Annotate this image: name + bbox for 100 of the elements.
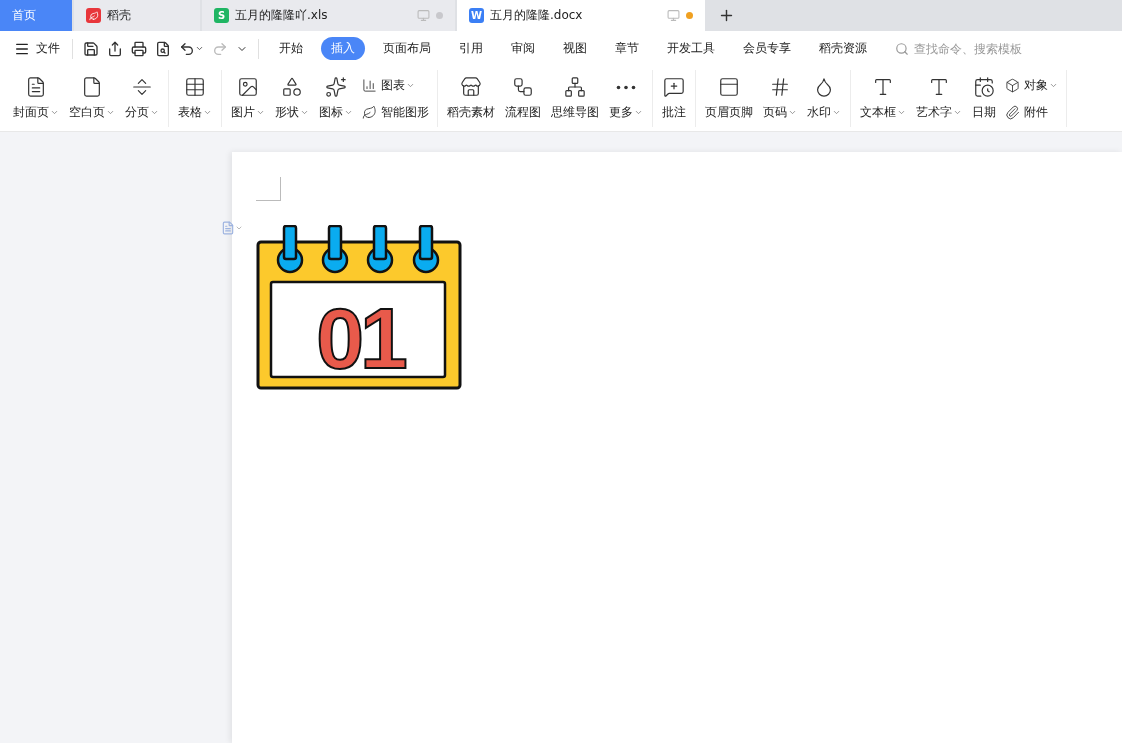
calendar-number: 01 bbox=[316, 290, 404, 386]
caret-icon bbox=[634, 108, 643, 117]
ribbon-button[interactable]: 思维导图 bbox=[546, 72, 604, 125]
ribbon-tab[interactable]: 章节 bbox=[605, 37, 649, 60]
file-search-icon bbox=[155, 40, 171, 57]
box-icon bbox=[1005, 77, 1020, 93]
ribbon-button[interactable]: 日期 bbox=[967, 72, 1001, 125]
button-label: 分页 bbox=[125, 104, 159, 121]
button-label: 附件 bbox=[1024, 103, 1048, 121]
blank-page-icon bbox=[81, 76, 103, 98]
ribbon-button[interactable]: 对象 bbox=[1001, 74, 1062, 96]
button-label: 更多 bbox=[609, 104, 643, 121]
ribbon-tab[interactable]: 审阅 bbox=[501, 37, 545, 60]
caret-icon bbox=[203, 108, 212, 117]
button-label: 图标 bbox=[319, 104, 353, 121]
ribbon-button[interactable]: 稻壳素材 bbox=[442, 72, 500, 125]
button-label: 智能图形 bbox=[381, 103, 429, 121]
ribbon-tab[interactable]: 开始 bbox=[269, 37, 313, 60]
ribbon-tab[interactable]: 引用 bbox=[449, 37, 493, 60]
header-icon bbox=[718, 76, 740, 98]
ellipsis-icon bbox=[616, 85, 636, 90]
caret-icon bbox=[106, 108, 115, 117]
ribbon-button[interactable]: 图表 bbox=[358, 74, 433, 96]
printer-icon bbox=[131, 40, 147, 57]
button-label: 稻壳素材 bbox=[447, 104, 495, 121]
ribbon-tab[interactable]: 页面布局 bbox=[373, 37, 441, 60]
button-label: 表格 bbox=[178, 104, 212, 121]
ribbon-button[interactable]: 批注 bbox=[657, 72, 691, 125]
shapes-icon bbox=[281, 76, 303, 98]
ribbon-button[interactable]: 更多 bbox=[604, 72, 648, 125]
document-tab[interactable]: W 五月的隆隆.docx bbox=[457, 0, 705, 31]
ribbon-button[interactable]: 表格 bbox=[173, 72, 217, 125]
page-break-icon bbox=[131, 76, 153, 98]
document-tab[interactable]: 稻壳 bbox=[74, 0, 200, 31]
ribbon-button[interactable]: 附件 bbox=[1001, 101, 1062, 123]
button-label: 流程图 bbox=[505, 104, 541, 121]
document-logo: W bbox=[469, 8, 484, 23]
monitor-icon[interactable] bbox=[417, 9, 430, 22]
image-icon bbox=[237, 76, 259, 98]
button-label: 图表 bbox=[381, 76, 415, 94]
ribbon-button[interactable]: 空白页 bbox=[64, 72, 120, 125]
monitor-icon[interactable] bbox=[667, 9, 680, 22]
button-label: 水印 bbox=[807, 104, 841, 121]
button-label: 页码 bbox=[763, 104, 797, 121]
ribbon-button[interactable]: 页码 bbox=[758, 72, 802, 125]
comment-plus-icon bbox=[663, 76, 685, 98]
caret-icon bbox=[50, 108, 59, 117]
button-label: 日期 bbox=[972, 104, 996, 121]
sparkles-icon bbox=[325, 76, 347, 98]
leaf-icon bbox=[362, 104, 377, 120]
table-icon bbox=[184, 76, 206, 98]
caret-icon bbox=[832, 108, 841, 117]
caret-icon bbox=[897, 108, 906, 117]
ribbon-button[interactable]: 图标 bbox=[314, 72, 358, 125]
store-icon bbox=[460, 76, 482, 98]
ribbon-button[interactable]: 封面页 bbox=[8, 72, 64, 125]
ribbon-tab[interactable]: 视图 bbox=[553, 37, 597, 60]
button-label: 封面页 bbox=[13, 104, 59, 121]
app-logo-icon bbox=[86, 8, 101, 23]
letter-icon bbox=[928, 76, 950, 98]
button-label: 批注 bbox=[662, 104, 686, 121]
button-label: 对象 bbox=[1024, 76, 1058, 94]
ribbon-button[interactable]: 图片 bbox=[226, 72, 270, 125]
ribbon-tab[interactable]: 稻壳资源 bbox=[809, 37, 877, 60]
ribbon-tab[interactable]: 开发工具 bbox=[657, 37, 725, 60]
paperclip-icon bbox=[1005, 104, 1020, 120]
button-label: 文本框 bbox=[860, 104, 906, 121]
ribbon-button[interactable]: 水印 bbox=[802, 72, 846, 125]
save-icon bbox=[83, 40, 99, 57]
ribbon-button[interactable]: 形状 bbox=[270, 72, 314, 125]
undo-icon bbox=[179, 40, 195, 57]
caret-icon bbox=[300, 108, 309, 117]
button-label: 艺术字 bbox=[916, 104, 962, 121]
ribbon-button[interactable]: 流程图 bbox=[500, 72, 546, 125]
caret-icon bbox=[256, 108, 265, 117]
margin-corner-mark bbox=[256, 177, 281, 201]
caret-icon[interactable] bbox=[235, 224, 243, 232]
button-label: 页眉页脚 bbox=[705, 104, 753, 121]
file-menu-button[interactable]: 文件 bbox=[14, 40, 66, 57]
button-label: 空白页 bbox=[69, 104, 115, 121]
ribbon-button[interactable]: 分页 bbox=[120, 72, 164, 125]
ribbon-tab[interactable]: 会员专享 bbox=[733, 37, 801, 60]
ribbon-button[interactable]: 页眉页脚 bbox=[700, 72, 758, 125]
ribbon-button[interactable]: 智能图形 bbox=[358, 101, 433, 123]
ribbon-button[interactable]: 文本框 bbox=[855, 72, 911, 125]
text-icon bbox=[872, 76, 894, 98]
ribbon-button[interactable]: 艺术字 bbox=[911, 72, 967, 125]
search-field[interactable]: 查找命令、搜索模板 bbox=[912, 40, 1066, 57]
document-icon bbox=[25, 76, 47, 98]
bar-chart-icon bbox=[362, 77, 377, 93]
share-icon bbox=[107, 40, 123, 57]
button-label: 思维导图 bbox=[551, 104, 599, 121]
document-tab[interactable]: S 五月的隆隆吖.xls bbox=[202, 0, 455, 31]
spreadsheet-logo: S bbox=[214, 8, 229, 23]
paragraph-marker-icon[interactable] bbox=[221, 221, 235, 235]
search-icon bbox=[895, 41, 909, 56]
button-label: 图片 bbox=[231, 104, 265, 121]
calendar-icon bbox=[973, 76, 995, 98]
caret-icon bbox=[150, 108, 159, 117]
caret-icon bbox=[195, 44, 204, 53]
